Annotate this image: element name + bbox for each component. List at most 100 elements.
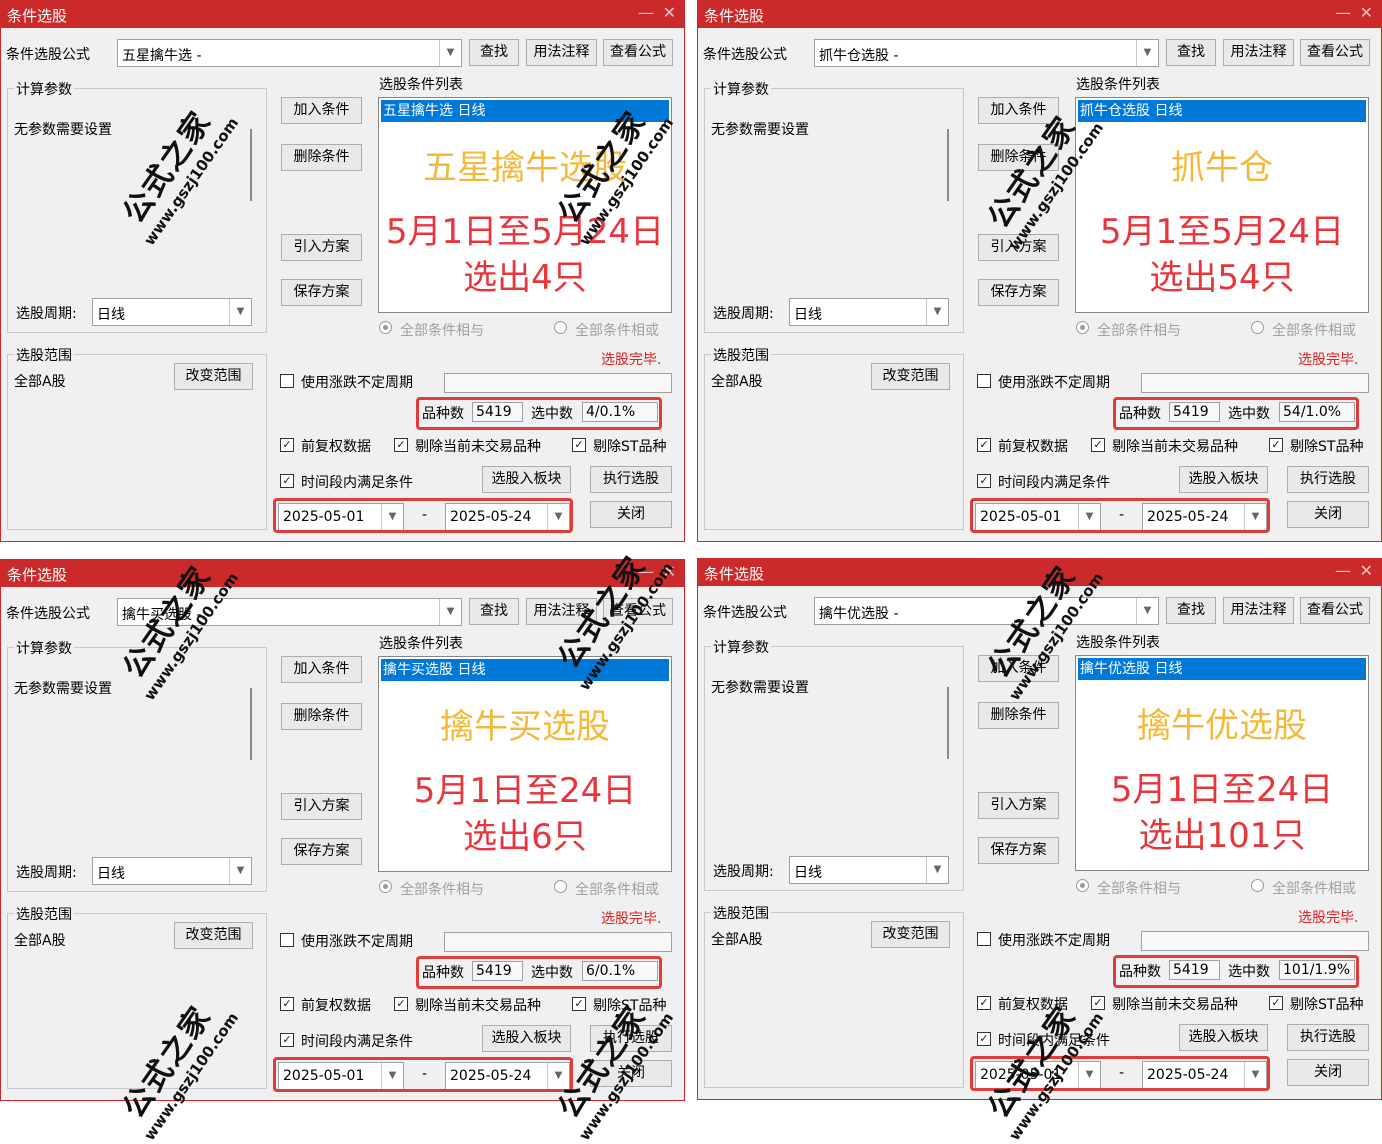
find-button[interactable]: 查找 <box>469 39 519 66</box>
view-formula-button[interactable]: 查看公式 <box>603 598 673 625</box>
volatile-period-field[interactable] <box>444 932 672 952</box>
params-scrollbar[interactable] <box>947 129 949 201</box>
usage-notes-button[interactable]: 用法注释 <box>1223 39 1294 66</box>
close-button[interactable]: 关闭 <box>1287 501 1369 528</box>
change-range-button[interactable]: 改变范围 <box>174 922 253 949</box>
execute-button[interactable]: 执行选股 <box>1287 466 1369 493</box>
formula-select[interactable]: 抓牛仓选股 - ▼ <box>814 39 1159 67</box>
and-radio[interactable] <box>1076 879 1089 892</box>
volatile-period-checkbox[interactable] <box>977 932 991 946</box>
execute-button[interactable]: 执行选股 <box>590 1025 672 1052</box>
or-radio[interactable] <box>554 880 567 893</box>
close-button[interactable]: 关闭 <box>590 501 672 528</box>
view-formula-button[interactable]: 查看公式 <box>1300 597 1370 624</box>
change-range-button[interactable]: 改变范围 <box>174 363 253 390</box>
delete-condition-button[interactable]: 删除条件 <box>281 703 362 730</box>
save-plan-button[interactable]: 保存方案 <box>281 279 362 306</box>
exclude-notrade-checkbox[interactable]: ✓ <box>394 438 408 452</box>
and-radio[interactable] <box>379 321 392 334</box>
chevron-down-icon[interactable]: ▼ <box>926 299 948 325</box>
period-select[interactable]: 日线 ▼ <box>789 298 949 326</box>
save-plan-button[interactable]: 保存方案 <box>978 279 1059 306</box>
find-button[interactable]: 查找 <box>1166 597 1216 624</box>
and-radio[interactable] <box>379 880 392 893</box>
change-range-button[interactable]: 改变范围 <box>871 363 950 390</box>
fq-checkbox[interactable]: ✓ <box>977 438 991 452</box>
usage-notes-button[interactable]: 用法注释 <box>526 39 597 66</box>
exclude-notrade-checkbox[interactable]: ✓ <box>1091 438 1105 452</box>
volatile-period-checkbox[interactable] <box>280 933 294 947</box>
to-block-button[interactable]: 选股入板块 <box>482 466 571 493</box>
chevron-down-icon[interactable]: ▼ <box>1136 598 1158 624</box>
close-icon[interactable]: ✕ <box>1360 3 1373 22</box>
formula-select[interactable]: 擒牛优选股 - ▼ <box>814 597 1159 625</box>
chevron-down-icon[interactable]: ▼ <box>439 40 461 66</box>
execute-button[interactable]: 执行选股 <box>590 466 672 493</box>
fq-checkbox[interactable]: ✓ <box>280 997 294 1011</box>
to-block-button[interactable]: 选股入板块 <box>1179 466 1268 493</box>
exclude-st-checkbox[interactable]: ✓ <box>572 438 586 452</box>
period-condition-checkbox[interactable]: ✓ <box>977 1032 991 1046</box>
save-plan-button[interactable]: 保存方案 <box>281 838 362 865</box>
view-formula-button[interactable]: 查看公式 <box>603 39 673 66</box>
delete-condition-button[interactable]: 删除条件 <box>978 144 1059 171</box>
execute-button[interactable]: 执行选股 <box>1287 1024 1369 1051</box>
minimize-icon[interactable]: — <box>1335 3 1351 22</box>
period-condition-checkbox[interactable]: ✓ <box>280 1033 294 1047</box>
usage-notes-button[interactable]: 用法注释 <box>1223 597 1294 624</box>
condition-list[interactable]: 擒牛优选股 日线 擒牛优选股 5月1日至24日 选出101只 <box>1075 655 1369 871</box>
usage-notes-button[interactable]: 用法注释 <box>526 598 597 625</box>
exclude-st-checkbox[interactable]: ✓ <box>1269 438 1283 452</box>
period-condition-checkbox[interactable]: ✓ <box>280 474 294 488</box>
view-formula-button[interactable]: 查看公式 <box>1300 39 1370 66</box>
params-scrollbar[interactable] <box>250 129 252 201</box>
period-select[interactable]: 日线 ▼ <box>92 298 252 326</box>
period-select[interactable]: 日线 ▼ <box>789 856 949 884</box>
condition-list-item[interactable]: 五星擒牛选 日线 <box>381 100 669 122</box>
change-range-button[interactable]: 改变范围 <box>871 921 950 948</box>
chevron-down-icon[interactable]: ▼ <box>229 299 251 325</box>
condition-list-item[interactable]: 擒牛买选股 日线 <box>381 659 669 681</box>
find-button[interactable]: 查找 <box>1166 39 1216 66</box>
formula-select[interactable]: 擒牛买选股 - ▼ <box>117 598 462 626</box>
minimize-icon[interactable]: — <box>638 562 654 581</box>
exclude-st-checkbox[interactable]: ✓ <box>1269 996 1283 1010</box>
import-plan-button[interactable]: 引入方案 <box>978 792 1059 819</box>
period-select[interactable]: 日线 ▼ <box>92 857 252 885</box>
find-button[interactable]: 查找 <box>469 598 519 625</box>
condition-list-item[interactable]: 抓牛仓选股 日线 <box>1078 100 1366 122</box>
delete-condition-button[interactable]: 删除条件 <box>978 702 1059 729</box>
fq-checkbox[interactable]: ✓ <box>280 438 294 452</box>
chevron-down-icon[interactable]: ▼ <box>1136 40 1158 66</box>
import-plan-button[interactable]: 引入方案 <box>281 234 362 261</box>
params-scrollbar[interactable] <box>947 687 949 759</box>
volatile-period-field[interactable] <box>444 373 672 393</box>
close-icon[interactable]: ✕ <box>663 562 676 581</box>
delete-condition-button[interactable]: 删除条件 <box>281 144 362 171</box>
import-plan-button[interactable]: 引入方案 <box>978 234 1059 261</box>
volatile-period-field[interactable] <box>1141 931 1369 951</box>
or-radio[interactable] <box>554 321 567 334</box>
close-button[interactable]: 关闭 <box>1287 1059 1369 1086</box>
volatile-period-field[interactable] <box>1141 373 1369 393</box>
or-radio[interactable] <box>1251 321 1264 334</box>
close-icon[interactable]: ✕ <box>1360 561 1373 580</box>
condition-list[interactable]: 抓牛仓选股 日线 抓牛仓 5月1至5月24日 选出54只 <box>1075 97 1369 313</box>
fq-checkbox[interactable]: ✓ <box>977 996 991 1010</box>
condition-list[interactable]: 五星擒牛选 日线 五星擒牛选股 5月1日至5月24日 选出4只 <box>378 97 672 313</box>
or-radio[interactable] <box>1251 879 1264 892</box>
to-block-button[interactable]: 选股入板块 <box>482 1025 571 1052</box>
chevron-down-icon[interactable]: ▼ <box>926 857 948 883</box>
close-button[interactable]: 关闭 <box>590 1060 672 1087</box>
exclude-notrade-checkbox[interactable]: ✓ <box>1091 996 1105 1010</box>
volatile-period-checkbox[interactable] <box>977 374 991 388</box>
chevron-down-icon[interactable]: ▼ <box>439 599 461 625</box>
chevron-down-icon[interactable]: ▼ <box>229 858 251 884</box>
exclude-st-checkbox[interactable]: ✓ <box>572 997 586 1011</box>
close-icon[interactable]: ✕ <box>663 3 676 22</box>
minimize-icon[interactable]: — <box>638 3 654 22</box>
period-condition-checkbox[interactable]: ✓ <box>977 474 991 488</box>
import-plan-button[interactable]: 引入方案 <box>281 793 362 820</box>
add-condition-button[interactable]: 加入条件 <box>978 97 1059 124</box>
condition-list[interactable]: 擒牛买选股 日线 擒牛买选股 5月1日至24日 选出6只 <box>378 656 672 872</box>
